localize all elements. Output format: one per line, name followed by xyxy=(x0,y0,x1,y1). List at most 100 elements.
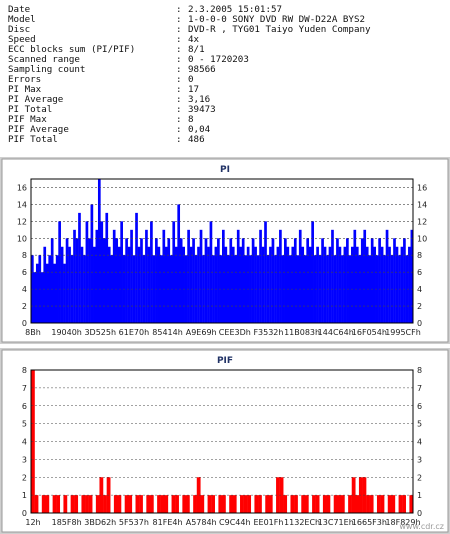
pif-bar xyxy=(157,495,161,514)
pif-xtick: A5784h xyxy=(186,518,217,527)
info-row: Sampling count:98566 xyxy=(8,65,448,75)
pi-ytick-right: 16 xyxy=(417,183,427,192)
pi-bar xyxy=(80,246,84,323)
pi-bar xyxy=(73,229,76,323)
pi-bar xyxy=(127,246,131,323)
pi-bar xyxy=(78,212,81,323)
pif-ytick-right: 1 xyxy=(417,491,422,500)
pi-ytick-left: 6 xyxy=(22,268,27,277)
pif-bar xyxy=(113,495,118,514)
pif-ytick-right: 3 xyxy=(417,455,422,464)
pi-bar xyxy=(254,246,257,323)
pi-bar xyxy=(164,246,168,323)
pif-xtick: 81FE4h xyxy=(153,518,183,527)
pif-bar xyxy=(124,495,129,514)
pif-bar xyxy=(232,495,237,514)
pi-xtick: 16F054h xyxy=(352,328,387,337)
pif-bar xyxy=(348,495,352,514)
pif-xtick: 5F537h xyxy=(119,518,149,527)
pif-bar xyxy=(222,495,226,514)
pif-bar xyxy=(312,495,316,514)
pif-bar xyxy=(301,495,306,514)
pi-chart: PI 0 0 2 2 4 4 6 6 8 8 10 10 12 12 14 14 16 16 8Bh 19040h 3D5… xyxy=(1,158,449,343)
pi-bar xyxy=(167,238,171,323)
pi-bar xyxy=(68,246,71,323)
pi-bar xyxy=(286,246,290,323)
pi-bar xyxy=(75,238,79,323)
pif-bar xyxy=(369,495,374,514)
pi-xtick: 19040h xyxy=(51,328,82,337)
pi-bar xyxy=(353,229,357,323)
pi-ytick-left: 12 xyxy=(17,217,27,226)
pi-bar xyxy=(65,238,69,323)
pif-ytick-left: 7 xyxy=(22,384,27,393)
pi-bar xyxy=(338,246,342,323)
pi-ytick-left: 10 xyxy=(17,234,27,243)
pif-xtick: 185F8h xyxy=(52,518,82,527)
pi-bar xyxy=(350,246,354,323)
pi-bar xyxy=(378,238,381,323)
pif-bar xyxy=(322,495,327,514)
pi-bar xyxy=(132,255,136,323)
pif-bar xyxy=(290,495,295,514)
pif-ytick-left: 0 xyxy=(22,509,27,518)
info-value: 486 xyxy=(188,134,205,145)
pif-bar xyxy=(70,495,75,514)
pi-bar xyxy=(63,263,66,323)
pi-bar xyxy=(97,179,101,323)
pi-ytick-left: 0 xyxy=(22,319,27,328)
pif-bar xyxy=(139,495,143,514)
pif-xtick: 12h xyxy=(25,518,40,527)
pi-bar xyxy=(276,246,280,323)
pif-bar xyxy=(182,495,187,514)
pi-bar xyxy=(373,246,376,323)
pif-bar xyxy=(391,495,396,514)
pif-ytick-right: 2 xyxy=(417,473,422,482)
pif-bar xyxy=(240,495,244,514)
pi-xtick: 144C64h xyxy=(318,328,354,337)
pif-chart-panel: PIF 0 0 1 1 2 2 3 3 4 4 5 5 6 6 7 7 8 8 12h 185F8h 3BD62h 5F53… xyxy=(0,348,450,534)
pif-xtick: EE01Fh xyxy=(253,518,283,527)
pi-xtick: 61E70h xyxy=(119,328,149,337)
pi-bar xyxy=(360,238,364,323)
pif-xtick: 13C71Eh xyxy=(318,518,354,527)
pi-bar xyxy=(365,246,369,323)
pi-bar xyxy=(157,246,161,323)
pi-bar xyxy=(135,212,138,323)
pi-bar xyxy=(400,246,404,323)
pi-bar xyxy=(346,238,349,323)
pi-bar xyxy=(182,246,185,323)
pi-bar xyxy=(241,238,245,323)
pi-xtick: 3D525h xyxy=(84,328,116,337)
pi-bar xyxy=(217,238,220,323)
pi-bar xyxy=(93,246,96,323)
pif-bar xyxy=(340,495,345,514)
pi-bar xyxy=(261,246,265,323)
info-row: PIF Average:0,04 xyxy=(8,125,448,135)
pi-bar xyxy=(224,246,228,323)
pi-bar xyxy=(246,246,250,323)
pi-xtick: F3532h xyxy=(253,328,283,337)
pi-bar xyxy=(293,238,297,323)
pif-bar xyxy=(265,495,270,514)
pif-ytick-right: 6 xyxy=(417,402,422,411)
pif-bar xyxy=(103,495,107,514)
pi-bar xyxy=(155,238,158,323)
pif-bar xyxy=(41,495,46,514)
pi-bar xyxy=(251,238,255,323)
pif-ytick-left: 2 xyxy=(22,473,27,482)
pif-bar xyxy=(135,495,140,514)
pi-bar xyxy=(336,238,339,323)
pi-bar xyxy=(88,238,91,323)
pi-xtick: CEE3Dh xyxy=(219,328,251,337)
pi-bar xyxy=(33,272,37,323)
pif-bar xyxy=(247,495,252,514)
pif-title: PIF xyxy=(217,356,233,366)
pi-bar xyxy=(298,229,302,323)
pif-bar xyxy=(366,495,370,514)
info-row: PIF Total:486 xyxy=(8,135,448,145)
pi-ytick-right: 14 xyxy=(417,200,427,209)
pif-bar xyxy=(200,495,205,514)
pi-bar xyxy=(291,246,295,323)
pif-bar xyxy=(243,495,248,514)
